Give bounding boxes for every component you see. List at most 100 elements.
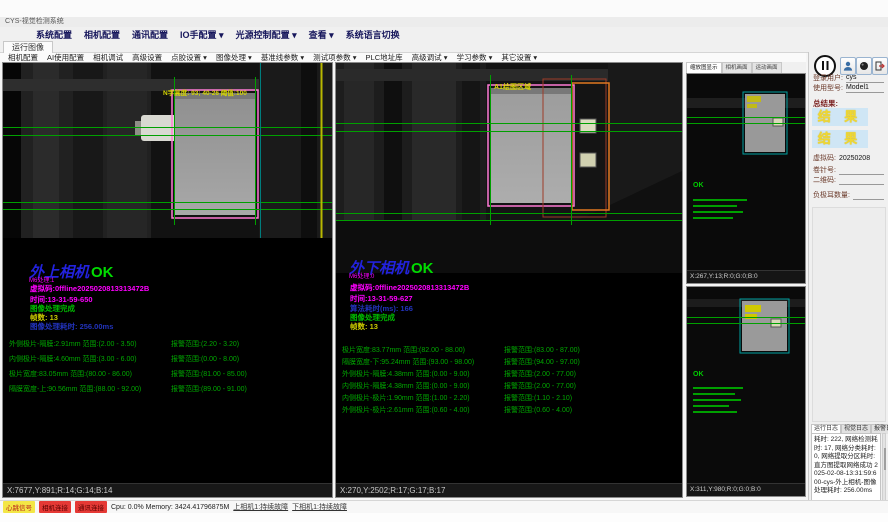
thumb-lower-result: OK: [693, 371, 704, 378]
measure-alarm: 报警范围:(83.00 - 87.00): [504, 345, 580, 355]
middle-pixel-readout: X:270,Y:2502;R:17;G:17;B:17: [336, 483, 682, 497]
qr-code-label: 二维码:: [813, 175, 836, 185]
user-icon: [843, 61, 853, 71]
result-badge-lower: 结 果: [812, 130, 868, 148]
virtual-code-label: 虚拟码:: [813, 153, 836, 163]
measure-alarm: 报警范围:(1.10 - 2.10): [504, 393, 572, 403]
measure-value: 内侧极片-隔膜:4.38mm 范围:(0.00 - 9.00): [342, 383, 470, 390]
measure-value: 外侧极片-隔膜:4.38mm 范围:(0.00 - 9.00): [342, 371, 470, 378]
thumb-lower-image[interactable]: [687, 287, 805, 484]
cpu-memory-readout: Cpu: 0.0% Memory: 3424.41796875M: [111, 504, 229, 511]
middle-camera-panel: A1绘图区域 外下相机OK M6处理:0 虚拟码:0ffline20250208…: [335, 62, 683, 498]
middle-measure-row: 外侧极片-隔膜:4.38mm 范围:(0.00 - 9.00) 报警范围:(2.…: [342, 369, 680, 379]
menu-system-config[interactable]: 系统配置: [36, 28, 72, 41]
virtual-code-value: 20250208: [839, 154, 884, 163]
left-measure-row: 隔膜宽度-上:90.56mm 范围:(88.00 - 92.00) 报警范围:(…: [9, 384, 330, 394]
anode-count-value: [853, 190, 884, 200]
lower-camera-status: 下相机1:持续故障: [292, 502, 347, 512]
middle-measure-row: 外侧极片-极片:2.61mm 范围:(0.60 - 4.00) 报警范围:(0.…: [342, 405, 680, 415]
menu-view[interactable]: 查看 ▾: [309, 28, 334, 41]
pin-number-value: [839, 165, 884, 175]
measure-value: 隔膜宽度-下:95.24mm 范围:(93.00 - 98.00): [342, 359, 474, 366]
middle-camera-image[interactable]: [336, 63, 682, 273]
menu-bar: 系统配置 相机配置 通讯配置 IO手配置 ▾ 光源控制配置 ▾ 查看 ▾ 系统语…: [0, 27, 888, 41]
bottom-strip: [0, 513, 888, 522]
measure-alarm: 报警范围:(0.60 - 4.00): [504, 405, 572, 415]
thumb-tab-zoom-view[interactable]: 缩放图显示: [686, 62, 722, 73]
record-icon: [859, 61, 869, 71]
measure-value: 外侧极片-隔膜:2.91mm 范围:(2.00 - 3.50): [9, 341, 137, 348]
desktop-strip: [0, 0, 888, 17]
result-badge-upper: 结 果: [812, 108, 868, 126]
measure-value: 外侧极片-极片:2.61mm 范围:(0.60 - 4.00): [342, 407, 470, 414]
left-camera-result: OK: [91, 264, 114, 281]
measure-alarm: 报警范围:(81.00 - 85.00): [171, 369, 247, 379]
left-elapsed: 图像处理耗时: 256.00ms: [30, 321, 113, 332]
login-user-row: 登录用户: cys: [813, 73, 884, 83]
middle-measure-row: 内侧极片-隔膜:4.38mm 范围:(0.00 - 9.00) 报警范围:(2.…: [342, 381, 680, 391]
anode-count-row: 负极耳数量:: [813, 190, 884, 200]
middle-barcode: 虚拟码:0ffline2025020813313472B: [350, 282, 469, 293]
log-text: 耗时: 222, 网络检测耗时: 17, 网络分类耗时: 0, 网络提取分区耗时…: [811, 433, 881, 507]
middle-measure-row: 内侧极片-极片:1.90mm 范围:(1.00 - 2.20) 报警范围:(1.…: [342, 393, 680, 403]
sidebar: 登录用户: cys 使用型号: Model1 总结果: 结 果 结 果 虚拟码:…: [808, 52, 888, 512]
middle-overlay-note: A1绘图区域: [494, 82, 531, 92]
measure-value: 隔膜宽度-上:90.56mm 范围:(88.00 - 92.00): [9, 386, 141, 393]
middle-camera-result: OK: [411, 260, 434, 277]
measure-alarm: 报警范围:(2.00 - 77.00): [504, 369, 576, 379]
measure-alarm: 报警范围:(2.00 - 77.00): [504, 381, 576, 391]
thumb-view-upper: OK X:267,Y:13;R:0;G:0;B:0: [686, 73, 806, 284]
middle-camera-subtag: M6处理:0: [349, 271, 374, 280]
measure-alarm: 报警范围:(2.20 - 3.20): [171, 339, 239, 349]
toolbar: 相机配置 AI使用配置 相机调试 高级设置 点胶设置 ▾ 图像处理 ▾ 基准线参…: [0, 53, 806, 62]
left-measure-row: 极片宽度:83.05mm 范围:(80.00 - 86.00) 报警范围:(81…: [9, 369, 330, 379]
menu-language-switch[interactable]: 系统语言切换: [346, 28, 400, 41]
menu-light-config[interactable]: 光源控制配置 ▾: [236, 28, 297, 41]
model-label: 使用型号:: [813, 83, 843, 93]
log-scrollbar[interactable]: [882, 433, 886, 507]
left-overlay-note: N字高度: 93; 40-26 阈值:100: [163, 87, 247, 97]
login-user-label: 登录用户:: [813, 73, 843, 83]
heartbeat-status-badge: 心跳信号: [3, 501, 35, 513]
left-camera-panel: N字高度: 93; 40-26 阈值:100 外上相机OK M6处理:1 虚拟码…: [2, 62, 333, 498]
thumb-tab-strip: 缩放图显示 相机画面 运动画面: [686, 62, 806, 73]
thumb-upper-image[interactable]: [687, 74, 805, 271]
upper-camera-status: 上相机1:持续故障: [233, 502, 288, 512]
menu-comm-config[interactable]: 通讯配置: [132, 28, 168, 41]
status-bar: 心跳信号 相机连接 通讯连接 Cpu: 0.0% Memory: 3424.41…: [0, 500, 888, 513]
middle-measure-row: 极片宽度:83.77mm 范围:(82.00 - 88.00) 报警范围:(83…: [342, 345, 680, 355]
thumb-upper-result: OK: [693, 182, 704, 189]
left-measure-row: 外侧极片-隔膜:2.91mm 范围:(2.00 - 3.50) 报警范围:(2.…: [9, 339, 330, 349]
virtual-code-row: 虚拟码: 20250208: [813, 153, 884, 163]
middle-frames: 帧数: 13: [350, 321, 378, 332]
qr-code-row: 二维码:: [813, 175, 884, 185]
measure-value: 极片宽度:83.77mm 范围:(82.00 - 88.00): [342, 347, 465, 354]
sidebar-spacer: [812, 207, 886, 422]
thumb-upper-pixel-readout: X:267,Y:13;R:0;G:0;B:0: [687, 270, 805, 283]
thumb-lower-pixel-readout: X:311,Y:980;R:0;G:0;B:0: [687, 483, 805, 496]
menu-io-config[interactable]: IO手配置 ▾: [180, 28, 224, 41]
measure-value: 内侧极片-极片:1.90mm 范围:(1.00 - 2.20): [342, 395, 470, 402]
pause-icon: [822, 61, 825, 70]
qr-code-value: [839, 175, 884, 185]
pin-number-label: 卷针号:: [813, 165, 836, 175]
model-row: 使用型号: Model1: [813, 83, 884, 93]
login-user-value: cys: [846, 73, 884, 83]
model-value: Model1: [846, 83, 884, 93]
measure-alarm: 报警范围:(0.00 - 8.00): [171, 354, 239, 364]
thumb-tab-motion-view[interactable]: 运动画面: [752, 62, 782, 73]
measure-value: 极片宽度:83.05mm 范围:(80.00 - 86.00): [9, 371, 132, 378]
measure-value: 内侧极片-隔膜:4.60mm 范围:(3.00 - 6.00): [9, 356, 137, 363]
thumb-tab-camera-view[interactable]: 相机画面: [722, 62, 752, 73]
left-pixel-readout: X:7677,Y:891;R:14;G:14;B:14: [3, 483, 332, 497]
anode-count-label: 负极耳数量:: [813, 190, 850, 200]
middle-measure-row: 隔膜宽度-下:95.24mm 范围:(93.00 - 98.00) 报警范围:(…: [342, 357, 680, 367]
pin-number-row: 卷针号:: [813, 165, 884, 175]
left-measure-row: 内侧极片-隔膜:4.60mm 范围:(3.00 - 6.00) 报警范围:(0.…: [9, 354, 330, 364]
left-barcode: 虚拟码:0ffline2025020813313472B: [30, 283, 149, 294]
menu-camera-config[interactable]: 相机配置: [84, 28, 120, 41]
log-scrollbar-thumb[interactable]: [884, 448, 886, 470]
comm-link-status-badge: 通讯连接: [75, 501, 107, 513]
camera-link-status-badge: 相机连接: [39, 501, 71, 513]
measure-alarm: 报警范围:(94.00 - 97.00): [504, 357, 580, 367]
